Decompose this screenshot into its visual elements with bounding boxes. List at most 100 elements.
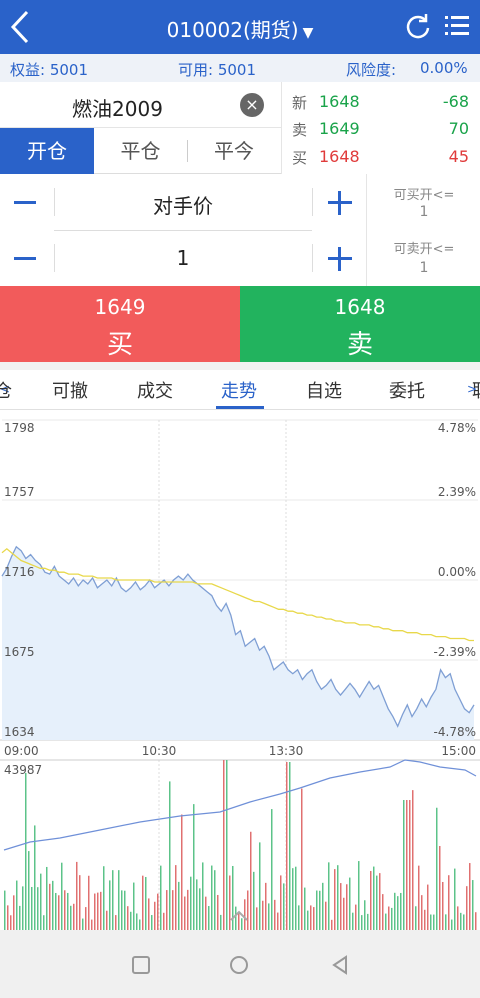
volume-bar	[142, 875, 144, 930]
square-icon[interactable]	[132, 956, 150, 974]
equity: 权益: 5001	[10, 61, 88, 79]
volume-bar	[466, 886, 468, 930]
sell-button[interactable]: 1648 卖	[240, 286, 480, 362]
contract-name: 燃油2009	[72, 97, 163, 121]
tab-trend[interactable]: 走势	[221, 377, 257, 403]
dropdown-caret-icon: ▼	[302, 25, 314, 41]
volume-bar	[88, 875, 90, 930]
volume-bar	[106, 910, 108, 930]
order-entry: 对手价 1	[0, 174, 366, 286]
quote-label: 买	[292, 149, 308, 167]
quote-price: 1649	[319, 119, 360, 138]
volume-bar	[166, 890, 168, 930]
tab-close-today[interactable]: 平今	[187, 128, 281, 174]
volume-bar	[283, 883, 285, 930]
volume-bar	[37, 887, 39, 930]
clear-icon[interactable]: ×	[240, 93, 264, 117]
volume-bar	[445, 914, 447, 930]
volume-bar	[457, 906, 459, 930]
scroll-right-icon[interactable]: >	[467, 382, 477, 396]
volume-bar	[451, 919, 453, 930]
tab-close[interactable]: 平仓	[94, 128, 187, 174]
price-plus-button[interactable]	[325, 188, 355, 218]
system-navigation-bar	[0, 930, 480, 998]
quantity-minus-button[interactable]	[10, 248, 40, 268]
volume-bar	[475, 912, 477, 930]
percent-tick-label: 2.39%	[438, 485, 476, 499]
volume-bar	[49, 883, 51, 930]
volume-bar	[394, 892, 396, 930]
volume-bar	[346, 884, 348, 930]
volume-bar	[97, 892, 99, 930]
volume-bar	[223, 760, 225, 930]
tab-open[interactable]: 开仓	[0, 128, 94, 174]
volume-bar	[127, 906, 129, 930]
volume-bar	[421, 895, 423, 930]
volume-bar	[319, 890, 321, 930]
volume-bar	[382, 894, 384, 930]
buy-button[interactable]: 1649 买	[0, 286, 240, 362]
contract-input[interactable]: 燃油2009 ×	[0, 82, 281, 128]
buy-price: 1649	[94, 295, 146, 319]
circle-icon[interactable]	[230, 956, 248, 974]
triangle-back-icon[interactable]	[330, 955, 350, 975]
quantity-plus-button[interactable]	[325, 244, 355, 274]
price-minus-button[interactable]	[10, 192, 40, 212]
volume-bar	[79, 875, 81, 930]
volume-bar	[25, 773, 27, 930]
price-mode-field[interactable]: 对手价	[54, 190, 312, 219]
tab-positions[interactable]: 仓	[0, 377, 12, 403]
volume-bar	[379, 873, 381, 930]
volume-bar	[58, 895, 60, 930]
volume-bar	[202, 862, 204, 930]
volume-bar	[43, 915, 45, 930]
volume-bar	[454, 868, 456, 930]
divider	[312, 244, 313, 272]
volume-bar	[175, 865, 177, 930]
volume-bar	[274, 899, 276, 930]
price-tick-label: 1675	[4, 645, 35, 659]
divider	[312, 188, 313, 216]
volume-bar	[349, 877, 351, 930]
intraday-chart[interactable]: 1798 4.78% 1757 2.39% 1716 0.00% 1675 -2.39% 163…	[0, 410, 480, 930]
volume-bar	[103, 866, 105, 930]
volume-bar	[52, 880, 54, 930]
volume-bar	[148, 898, 150, 930]
volume-bar	[373, 866, 375, 930]
volume-bar	[40, 873, 42, 930]
list-menu-icon[interactable]	[443, 12, 471, 40]
volume-bar	[448, 875, 450, 930]
volume-bar	[397, 896, 399, 930]
volume-bar	[19, 905, 21, 930]
quote-label: 卖	[292, 121, 308, 139]
tab-orders[interactable]: 委托	[389, 377, 425, 403]
volume-max-label: 43987	[4, 763, 42, 777]
sell-open-limit-label: 可卖开<=	[393, 242, 455, 257]
volume-bar	[163, 912, 165, 930]
section-gap	[0, 362, 480, 370]
volume-bar	[418, 865, 420, 930]
volume-bar	[259, 842, 261, 930]
volume-bar	[190, 876, 192, 930]
tab-filled[interactable]: 成交	[137, 377, 173, 403]
volume-bar	[463, 914, 465, 930]
tab-cancelable[interactable]: 可撤	[52, 377, 88, 403]
quantity-field[interactable]: 1	[54, 246, 312, 270]
buy-open-limit-label: 可买开<=	[393, 188, 455, 203]
volume-bar	[136, 913, 138, 930]
volume-bar	[268, 903, 270, 930]
chevron-up-icon[interactable]	[228, 905, 250, 927]
time-tick-label: 13:30	[269, 744, 304, 758]
refresh-icon[interactable]	[404, 12, 432, 40]
quote-row-bid: 买 1648 45	[282, 143, 480, 169]
buy-label: 买	[106, 330, 133, 360]
tab-watchlist[interactable]: 自选	[306, 377, 342, 403]
volume-bar	[310, 905, 312, 930]
price-tick-label: 1757	[4, 485, 35, 499]
volume-bar	[184, 896, 186, 930]
quote-volume: -68	[442, 92, 469, 111]
volume-bar	[472, 880, 474, 930]
volume-bar	[169, 781, 171, 930]
volume-bar	[196, 879, 198, 930]
volume-bar	[172, 890, 174, 930]
